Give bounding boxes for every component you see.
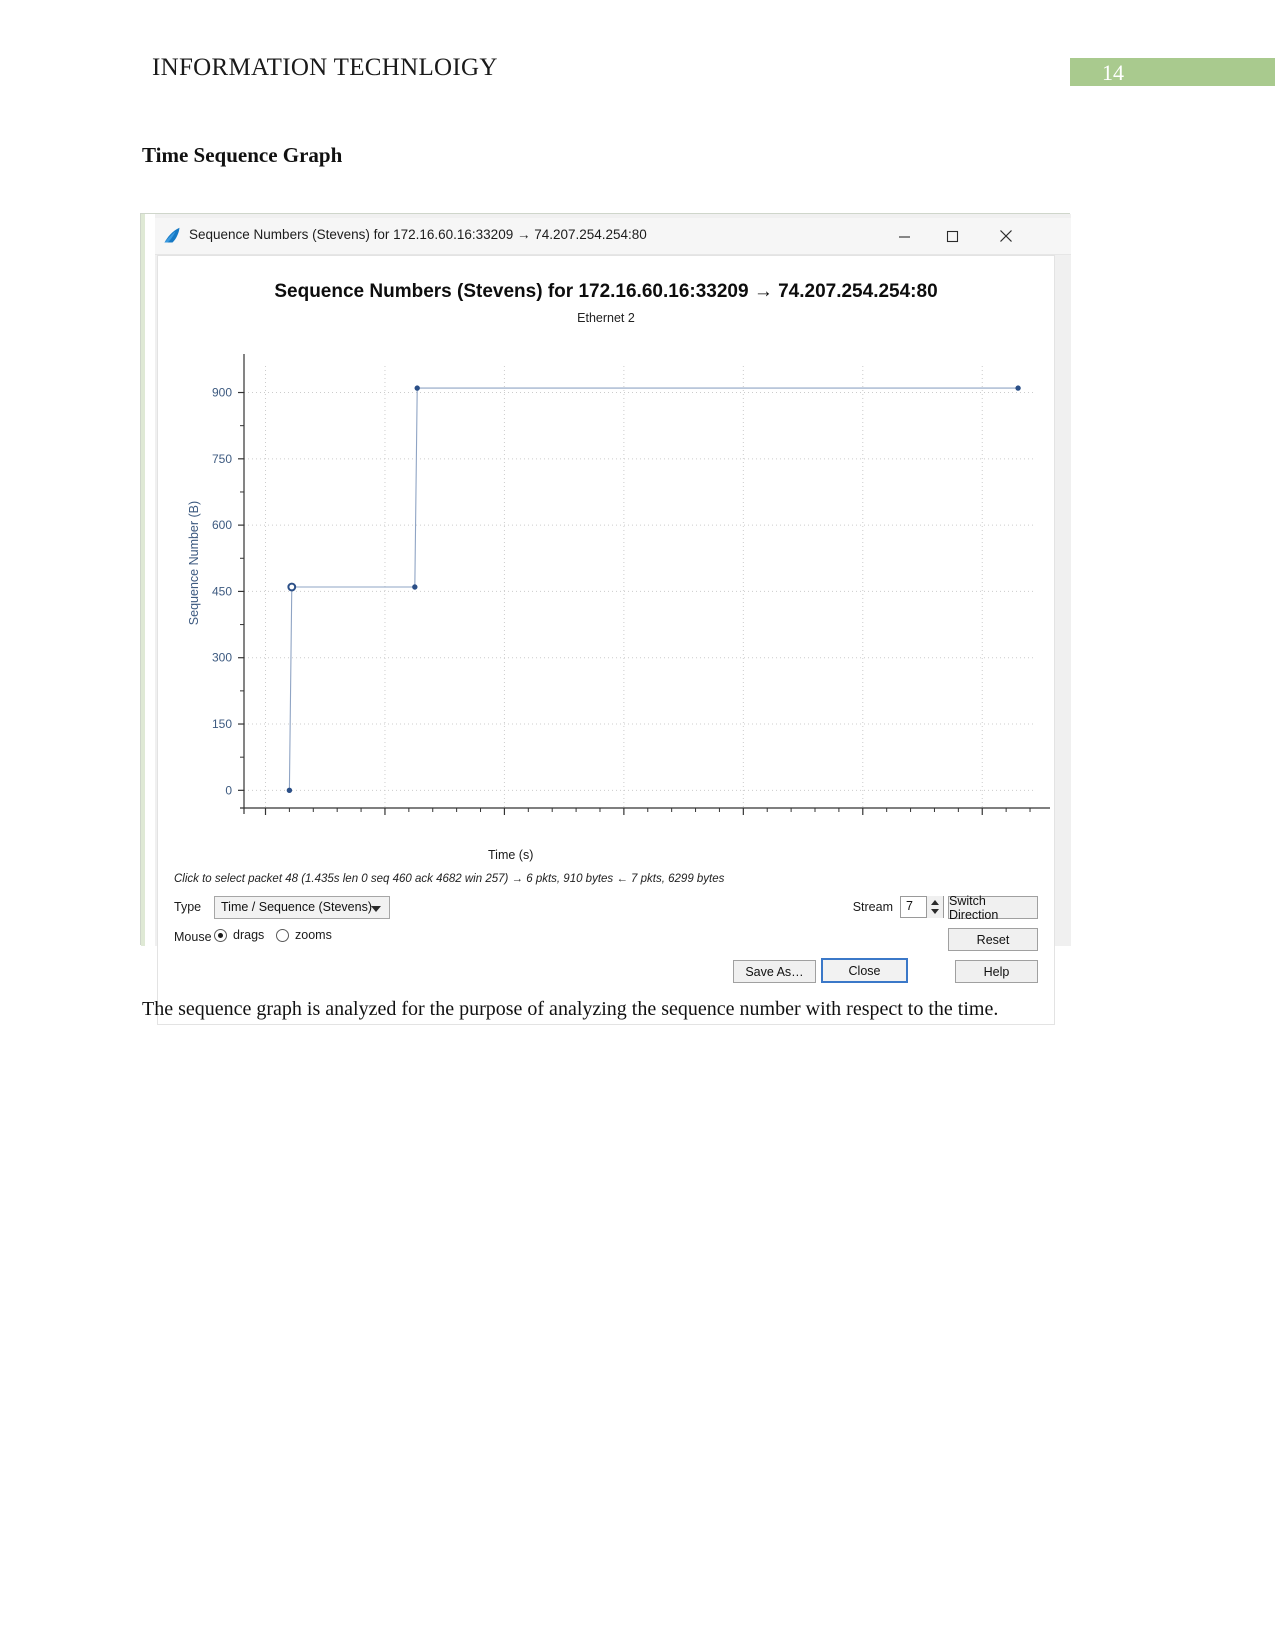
stream-selector: Stream 7 — [853, 896, 944, 918]
type-label: Type — [174, 900, 202, 914]
svg-text:900: 900 — [212, 386, 232, 400]
save-as-button[interactable]: Save As… — [733, 960, 816, 983]
svg-text:4: 4 — [740, 821, 747, 822]
window-minimize-button[interactable] — [881, 218, 927, 254]
chart-panel[interactable]: Sequence Numbers (Stevens) for 172.16.60… — [157, 255, 1055, 1025]
page-number-badge: 14 — [1070, 58, 1275, 86]
window-title-text: Sequence Numbers (Stevens) for 172.16.60… — [189, 227, 647, 242]
svg-text:3: 3 — [621, 821, 628, 822]
radio-selected-icon — [214, 928, 227, 942]
graph-type-value: Time / Sequence (Stevens) — [221, 900, 372, 914]
radio-unselected-icon — [276, 928, 289, 942]
svg-text:2: 2 — [501, 821, 508, 822]
mouse-mode-drags-radio[interactable]: drags — [214, 928, 264, 942]
chevron-down-icon — [371, 906, 381, 912]
section-heading: Time Sequence Graph — [142, 143, 343, 167]
wireshark-sequence-graph-window: Sequence Numbers (Stevens) for 172.16.60… — [140, 213, 1071, 1025]
wireshark-shark-fin-icon — [163, 227, 182, 244]
page-number-text: 14 — [1102, 60, 1124, 85]
window-close-button[interactable] — [983, 218, 1029, 254]
stream-spinner-buttons[interactable] — [926, 896, 943, 918]
mouse-mode-zooms-label: zooms — [295, 928, 332, 942]
window-maximize-button[interactable] — [929, 218, 975, 254]
svg-text:600: 600 — [212, 518, 232, 532]
document-header-title: INFORMATION TECHNLOIGY — [152, 54, 498, 81]
x-axis-title: Time (s) — [488, 848, 534, 862]
mouse-mode-zooms-radio[interactable]: zooms — [276, 928, 332, 942]
sequence-number-plot[interactable]: 0 150 300 450 600 750 900 0 1 2 3 4 5 6 — [158, 256, 1054, 822]
stream-number-value: 7 — [906, 899, 913, 913]
mouse-label: Mouse — [174, 930, 212, 944]
help-button[interactable]: Help — [955, 960, 1038, 983]
reset-button[interactable]: Reset — [948, 928, 1038, 951]
spinner-down-icon[interactable] — [931, 909, 939, 914]
body-paragraph: The sequence graph is analyzed for the p… — [142, 998, 999, 1020]
stream-number-input[interactable]: 7 — [900, 896, 944, 918]
graph-type-dropdown[interactable]: Time / Sequence (Stevens) — [214, 896, 390, 919]
svg-text:750: 750 — [212, 452, 232, 466]
packet-hint-text: Click to select packet 48 (1.435s len 0 … — [174, 873, 725, 885]
svg-text:0: 0 — [225, 783, 232, 797]
window-titlebar: Sequence Numbers (Stevens) for 172.16.60… — [155, 218, 1071, 255]
svg-text:0: 0 — [262, 821, 269, 822]
svg-text:1: 1 — [382, 821, 389, 822]
svg-text:450: 450 — [212, 584, 232, 598]
stream-label: Stream — [852, 900, 893, 914]
svg-text:5: 5 — [859, 821, 866, 822]
svg-text:300: 300 — [212, 651, 232, 665]
switch-direction-button[interactable]: Switch Direction — [948, 894, 1038, 922]
mouse-mode-drags-label: drags — [233, 928, 265, 942]
close-button[interactable]: Close — [821, 958, 908, 983]
document-header: INFORMATION TECHNLOIGY 14 — [0, 0, 1275, 110]
svg-text:6: 6 — [979, 821, 986, 822]
spinner-up-icon[interactable] — [931, 900, 939, 905]
svg-text:150: 150 — [212, 717, 232, 731]
chart-canvas[interactable]: Sequence Numbers (Stevens) for 172.16.60… — [158, 256, 1054, 822]
